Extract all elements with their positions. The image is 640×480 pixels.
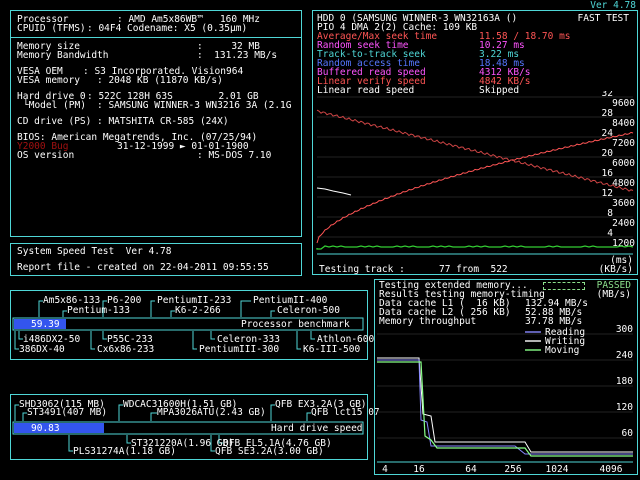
hdd-caption: Hard drive speed (271, 423, 363, 434)
cd-value: : MATSHITA CR-585 (24X) (97, 116, 229, 127)
cpuid-label: CPUID (TFMS) (17, 23, 86, 34)
hdd-label-5: MPA3026ATU(2.43 GB) (157, 407, 266, 418)
mem-y-tick: 120 (616, 402, 633, 413)
hdd-test-mode: FAST TEST (577, 13, 629, 24)
cd-label: CD drive (PS) (17, 116, 92, 127)
mem-y-tick: 240 (616, 350, 633, 361)
cpuid-value: : 04F4 Codename: X5 (0.35µm) (87, 23, 248, 34)
linear-read-line (316, 245, 634, 250)
hdd-label-6: QFB lct15 07 (311, 407, 380, 418)
mem-unit: (MB/s) (596, 289, 631, 300)
speed-test-panel: System Speed Test Ver 4.78 Report file -… (10, 243, 302, 276)
hdd-label-4: ST3491(407 MB) (27, 407, 108, 418)
cpu-score: 59.39 (31, 319, 60, 330)
buffered-start-line (316, 187, 352, 196)
cpu-label-14: PentiumIII-300 (199, 344, 280, 355)
hdd-benchmark-panel: SHD3062(115 MB) WDCAC31600H(1.51 GB) QFB… (10, 394, 380, 460)
right-axis-tick: 7200 (612, 138, 635, 149)
mem-x-tick: 1024 (546, 464, 569, 474)
hdd-test-panel: HDD 0 (SAMSUNG WINNER-3 WN32163A () FAST… (312, 10, 638, 275)
mem-x-tick: 4096 (600, 464, 623, 474)
membw-label: Memory Bandwidth (17, 50, 109, 61)
model-label: └Model (PM) (23, 100, 86, 111)
cpu-label-7: Celeron-500 (277, 305, 340, 316)
os-value: : MS-DOS 7.10 (197, 150, 272, 161)
mem-y-tick: 60 (622, 428, 634, 439)
track-label: Testing track : (319, 264, 405, 275)
right-axis-tick: 9600 (612, 98, 635, 109)
mem-y-tick: 180 (616, 376, 633, 387)
memory-test-panel: Testing extended memory... PASSED Result… (374, 279, 638, 475)
seek-time-curve (316, 131, 634, 244)
kbs-unit: (KB/s) (598, 264, 633, 275)
right-axis-tick: 2400 (612, 218, 635, 229)
hdd-label-9: PLS31274A(1.18 GB) (73, 446, 176, 457)
right-axis-tick: 6000 (612, 158, 635, 169)
cpu-label-5: Pentium-133 (67, 305, 130, 316)
speedtest-title: System Speed Test Ver 4.78 (17, 246, 172, 257)
hdd-score: 90.83 (31, 423, 60, 434)
cpu-label-12: 386DX-40 (19, 344, 65, 355)
mem-y-tick: 300 (616, 324, 633, 335)
verify-speed-curve (316, 109, 634, 192)
cpu-label-6: K6-2-266 (175, 305, 221, 316)
model-value: : SAMSUNG WINNER-3 WN3216 3A (2.1G (97, 100, 292, 111)
hdd-test-chart: 3296002884002472002060001648001236008240… (316, 91, 635, 255)
reading-line (377, 359, 633, 455)
mem-x-tick: 256 (504, 464, 521, 474)
mem-x-tick: 16 (413, 464, 425, 474)
mem-progress (543, 282, 585, 290)
legend-label: Moving (545, 345, 579, 356)
divider (11, 37, 301, 38)
right-axis-tick: 3600 (612, 198, 635, 209)
memory-chart: 300240180120604 16 64 256 1024 4096ReadingWri… (377, 324, 634, 474)
membw-value: : 131.23 MB/s (197, 50, 278, 61)
cpu-label-13: Cx6x86-233 (97, 344, 155, 355)
report-line: Report file - created on 22-04-2011 09:5… (17, 262, 269, 273)
cpu-caption: Processor benchmark (241, 319, 350, 330)
cpu-label-15: K6-III-500 (303, 344, 361, 355)
vesa-mem-label: VESA memory (17, 75, 80, 86)
mem-x-tick: 64 (465, 464, 477, 474)
vesa-mem-value: : 2048 KB (11870 KB/s) (97, 75, 223, 86)
track-value: 77 from 522 (439, 264, 508, 275)
os-label: OS version (17, 150, 75, 161)
mem-x-tick: 4 (382, 464, 388, 474)
right-axis-tick: 8400 (612, 118, 635, 129)
cpu-benchmark-panel: Am5x86-133 P6-200 PentiumII-233 PentiumI… (10, 290, 374, 360)
system-info-panel: Processor : AMD Am5x86WB™ 160 MHz CPUID … (10, 10, 302, 237)
hdd-label-10: QFB SE3.2A(3.00 GB) (215, 446, 324, 457)
